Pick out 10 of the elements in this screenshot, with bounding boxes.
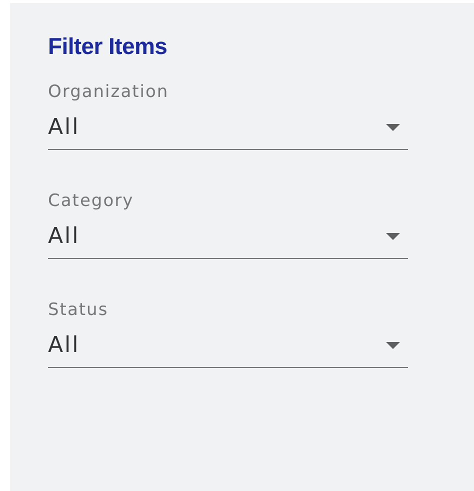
panel-title: Filter Items xyxy=(48,32,168,61)
caret-icon xyxy=(386,124,400,130)
caret-icon xyxy=(386,342,400,348)
field-label: Category xyxy=(48,190,135,212)
field-label: Status xyxy=(48,299,110,321)
select-field[interactable]: All xyxy=(48,107,408,150)
caret-icon xyxy=(386,232,400,240)
select-field[interactable]: All xyxy=(48,216,408,259)
field-label: Organization xyxy=(48,81,170,103)
select-field[interactable]: All xyxy=(48,325,408,368)
